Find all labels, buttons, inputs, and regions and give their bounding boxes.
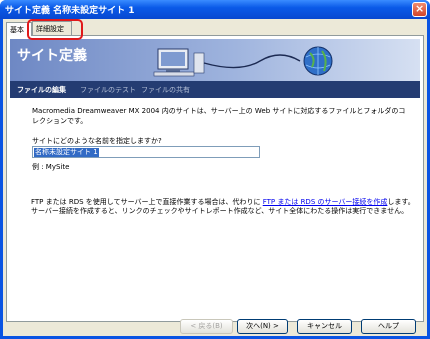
close-icon: ×	[415, 2, 425, 15]
nav-item-edit-files: ファイルの編集	[17, 86, 66, 94]
site-name-value: 名称未設定サイト 1	[34, 148, 99, 157]
next-button[interactable]: 次へ(N) >	[237, 319, 288, 334]
intro-text: Macromedia Dreamweaver MX 2004 内のサイトは、サー…	[32, 107, 406, 125]
site-name-input[interactable]: 名称未設定サイト 1	[32, 146, 260, 158]
title-bar[interactable]: サイト定義 名称未設定サイト 1 ×	[0, 0, 430, 19]
ftp-text-before: FTP または RDS を使用してサーバー上で直接作業する場合は、代わりに	[31, 198, 263, 206]
site-definition-window: サイト定義 名称未設定サイト 1 × 基本 詳細設定 サイト定義 ファイルの編集…	[0, 0, 430, 339]
example-text: 例 : MySite	[32, 163, 70, 171]
nav-item-share-files: ファイルの共有	[141, 86, 190, 94]
dialog-client: 基本 詳細設定 サイト定義 ファイルの編集 ファイルのテスト ファイルの共有 M…	[3, 19, 427, 336]
wizard-navbar: ファイルの編集 ファイルのテスト ファイルの共有	[10, 81, 420, 98]
highlight-annotation	[27, 19, 83, 40]
nav-item-test-files: ファイルのテスト	[80, 86, 136, 94]
window-title: サイト定義 名称未設定サイト 1	[5, 6, 135, 16]
banner-title: サイト定義	[17, 48, 87, 64]
tab-panel: サイト定義 ファイルの編集 ファイルのテスト ファイルの共有 Macromedi…	[6, 35, 424, 322]
banner: サイト定義	[10, 39, 420, 81]
ftp-rds-connection-link[interactable]: FTP または RDS のサーバー接続を作成	[263, 198, 388, 206]
site-name-label: サイトにどのような名前を指定しますか?	[32, 137, 162, 145]
ftp-info-text: FTP または RDS を使用してサーバー上で直接作業する場合は、代わりに FT…	[31, 198, 421, 216]
cancel-button[interactable]: キャンセル	[297, 319, 352, 334]
help-button[interactable]: ヘルプ	[361, 319, 416, 334]
close-button[interactable]: ×	[412, 2, 427, 17]
network-graphic-icon	[153, 46, 333, 77]
back-button[interactable]: < 戻る(B)	[180, 319, 233, 334]
